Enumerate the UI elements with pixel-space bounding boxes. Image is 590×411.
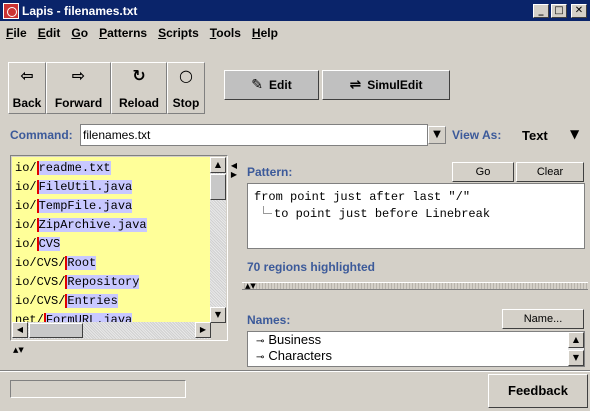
simuledit-icon: ⇌: [349, 77, 362, 93]
menu-go[interactable]: Go: [71, 26, 88, 40]
command-label: Command:: [10, 128, 73, 142]
lapis-app-icon[interactable]: [3, 2, 19, 19]
view-as-label: View As:: [452, 128, 502, 142]
minimize-button[interactable]: _: [533, 3, 549, 18]
list-item[interactable]: io/CVS/Repository: [12, 273, 211, 292]
title-bar[interactable]: Lapis - filenames.txt _ □ ✕: [0, 0, 590, 21]
app-window: Lapis - filenames.txt _ □ ✕ File Edit Go…: [0, 0, 590, 411]
document-text[interactable]: io/readme.txt io/FileUtil.java io/TempFi…: [12, 157, 211, 323]
name-button[interactable]: Name...: [502, 309, 584, 329]
status-divider: [0, 370, 590, 372]
list-item[interactable]: ⊸ Business: [248, 332, 584, 348]
simuledit-toggle-button[interactable]: ⇌ SimulEdit: [322, 70, 450, 100]
list-item[interactable]: io/FileUtil.java: [12, 178, 211, 197]
vertical-splitter[interactable]: ◀ ▶: [228, 155, 240, 369]
scroll-left-arrow-icon[interactable]: ◀: [12, 322, 28, 338]
window-title: Lapis - filenames.txt: [22, 3, 138, 18]
feedback-button[interactable]: Feedback: [488, 374, 588, 408]
scroll-down-arrow-icon[interactable]: ▼: [568, 350, 584, 366]
status-field: [10, 380, 186, 398]
command-row: Command: filenames.txt ▼ View As: Text ▼: [10, 124, 588, 146]
regions-status: 70 regions highlighted: [247, 260, 376, 274]
list-item[interactable]: ⊸ Characters: [248, 348, 584, 364]
scroll-right-arrow-icon[interactable]: ▶: [195, 322, 211, 338]
tree-node-icon: ⊸: [256, 336, 265, 347]
view-as-dropdown-arrow-icon[interactable]: ▼: [570, 127, 579, 141]
menu-tools[interactable]: Tools: [210, 26, 241, 40]
list-item[interactable]: io/CVS/Entries: [12, 292, 211, 311]
menu-edit[interactable]: Edit: [38, 26, 61, 40]
horizontal-scroll-thumb[interactable]: [29, 323, 83, 338]
list-item[interactable]: io/TempFile.java: [12, 197, 211, 216]
nav-toolbar: ⇦ Back ⇨ Forward ↻ Reload ○ Stop: [8, 62, 205, 114]
reload-icon: ↻: [132, 66, 146, 85]
collapse-left-arrow-icon[interactable]: ◀: [228, 161, 240, 170]
scroll-up-arrow-icon[interactable]: ▲: [568, 332, 584, 348]
document-view: io/readme.txt io/FileUtil.java io/TempFi…: [10, 155, 228, 354]
menu-scripts[interactable]: Scripts: [158, 26, 199, 40]
split-arrows-icon[interactable]: ▲▼: [13, 346, 24, 354]
splitter-arrows-icon[interactable]: ▲▼: [242, 282, 256, 290]
close-button[interactable]: ✕: [571, 3, 587, 18]
pattern-line-1: from point just after last "/": [254, 190, 471, 204]
pattern-line-2: to point just before Linebreak: [274, 207, 491, 221]
tree-node-icon: ⊸: [256, 352, 265, 363]
names-list: ⊸ Business ⊸ Characters ▲ ▼: [247, 331, 585, 367]
go-button[interactable]: Go: [452, 162, 514, 182]
forward-button[interactable]: ⇨ Forward: [46, 62, 111, 114]
edit-toggle-button[interactable]: ✎ Edit: [224, 70, 319, 100]
menu-bar: File Edit Go Patterns Scripts Tools Help: [0, 22, 590, 44]
forward-arrow-icon: ⇨: [71, 66, 86, 85]
names-label: Names:: [247, 313, 291, 327]
back-button[interactable]: ⇦ Back: [8, 62, 46, 114]
clear-button[interactable]: Clear: [516, 162, 584, 182]
expand-right-arrow-icon[interactable]: ▶: [228, 170, 240, 179]
pattern-line-2-row: to point just before Linebreak: [254, 206, 578, 223]
scroll-up-arrow-icon[interactable]: ▲: [210, 157, 226, 173]
vertical-scroll-thumb[interactable]: [210, 174, 226, 200]
names-scrollbar[interactable]: ▲ ▼: [568, 332, 584, 366]
command-input[interactable]: filenames.txt: [80, 124, 428, 146]
menu-patterns[interactable]: Patterns: [99, 26, 147, 40]
list-item[interactable]: io/readme.txt: [12, 159, 211, 178]
list-item[interactable]: io/CVS: [12, 235, 211, 254]
tree-connector-icon: [263, 206, 272, 214]
pattern-editor[interactable]: from point just after last "/" to point …: [247, 183, 585, 249]
pattern-label: Pattern:: [247, 165, 293, 179]
horizontal-splitter[interactable]: ▲▼: [242, 282, 588, 290]
scroll-down-arrow-icon[interactable]: ▼: [210, 307, 226, 323]
view-as-select[interactable]: Text: [522, 128, 548, 143]
document-horizontal-scrollbar[interactable]: ◀ ▶: [12, 322, 211, 339]
list-item[interactable]: io/CVS/Root: [12, 254, 211, 273]
menu-file[interactable]: File: [6, 26, 27, 40]
stop-icon: ○: [179, 66, 193, 85]
back-arrow-icon: ⇦: [20, 66, 34, 85]
stop-button[interactable]: ○ Stop: [167, 62, 205, 114]
menu-help[interactable]: Help: [252, 26, 278, 40]
document-vertical-scrollbar[interactable]: ▲ ▼: [210, 157, 226, 323]
list-item[interactable]: io/ZipArchive.java: [12, 216, 211, 235]
pencil-icon: ✎: [251, 77, 264, 93]
reload-button[interactable]: ↻ Reload: [111, 62, 167, 114]
maximize-button[interactable]: □: [551, 3, 567, 18]
command-dropdown-arrow-icon[interactable]: ▼: [428, 126, 446, 144]
